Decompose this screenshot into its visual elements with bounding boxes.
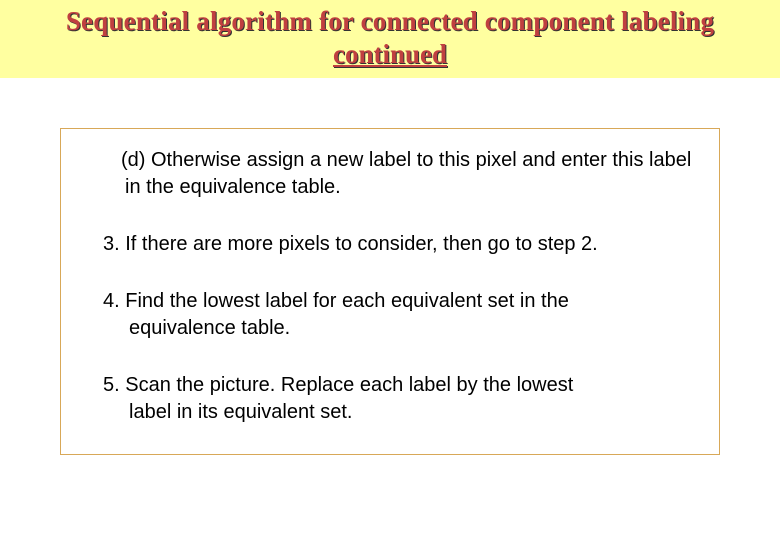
step-4-line2: equivalence table.: [103, 315, 697, 342]
step-4-line1: 4. Find the lowest label for each equiva…: [103, 290, 569, 312]
slide-title-line1: Sequential algorithm for connected compo…: [10, 6, 770, 37]
step-5: 5. Scan the picture. Replace each label …: [83, 372, 697, 426]
step-d: (d) Otherwise assign a new label to this…: [83, 147, 697, 201]
slide-title-line2: continued: [333, 39, 447, 70]
step-4: 4. Find the lowest label for each equiva…: [83, 288, 697, 342]
step-5-line1: 5. Scan the picture. Replace each label …: [103, 374, 573, 396]
step-3: 3. If there are more pixels to consider,…: [83, 231, 697, 258]
title-bar: Sequential algorithm for connected compo…: [0, 0, 780, 78]
content-box: (d) Otherwise assign a new label to this…: [60, 128, 720, 455]
step-5-line2: label in its equivalent set.: [103, 399, 697, 426]
